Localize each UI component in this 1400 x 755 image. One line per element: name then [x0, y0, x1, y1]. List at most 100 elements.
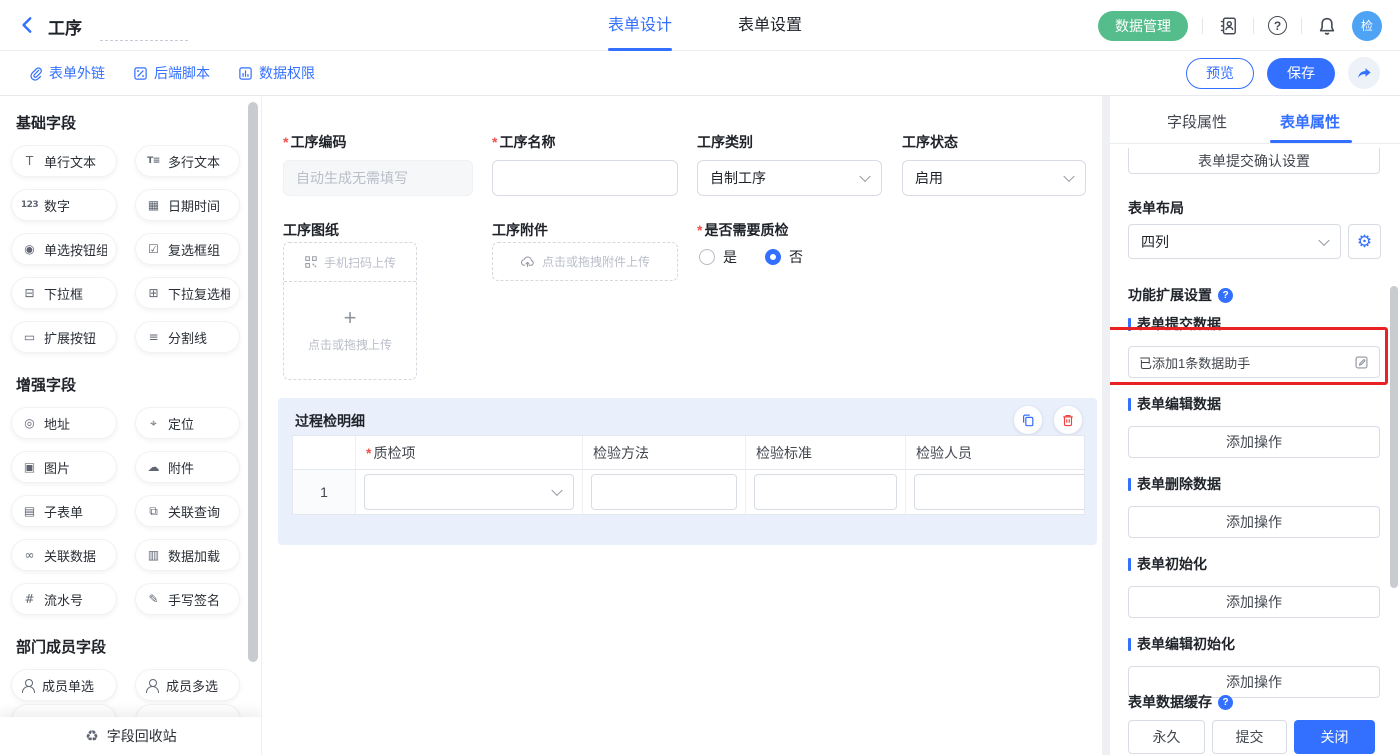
notification-bell-icon[interactable] — [1316, 15, 1338, 37]
subtable-input[interactable] — [591, 474, 737, 510]
data-manage-button[interactable]: 数据管理 — [1098, 11, 1188, 41]
field-recycle-bin[interactable]: ♻ 字段回收站 — [0, 717, 262, 755]
panel-scrollbar[interactable] — [1390, 286, 1398, 588]
toolbar-link-label: 数据权限 — [259, 63, 315, 83]
help-badge-icon[interactable] — [1218, 288, 1233, 303]
cache-option[interactable]: 提交 — [1212, 720, 1287, 754]
extension-settings-label: 功能扩展设置 — [1128, 285, 1233, 305]
field-label: *工序编码 — [283, 132, 473, 152]
qr-code-icon — [304, 255, 318, 269]
drag-upload-area[interactable]: + 点击或拖拽上传 — [284, 282, 416, 379]
backend-script-link[interactable]: 后端脚本 — [133, 63, 210, 83]
radio-option[interactable]: 是 — [699, 247, 737, 267]
subtable-title: 过程检明细 — [295, 411, 365, 431]
tab-form-properties[interactable]: 表单属性 — [1280, 111, 1340, 132]
field-pill-label: 成员多选 — [166, 676, 218, 695]
subtable-select[interactable] — [364, 474, 574, 510]
layout-settings-button[interactable]: ⚙ — [1348, 224, 1381, 259]
field-pill-divider[interactable]: ≡分割线 — [136, 322, 239, 352]
field-pill-relation-query[interactable]: ⧉关联查询 — [136, 496, 239, 526]
field-select[interactable]: 自制工序 — [697, 160, 882, 196]
tab-field-properties[interactable]: 字段属性 — [1167, 111, 1227, 132]
field-pill-relation-data[interactable]: ∞关联数据 — [12, 540, 116, 570]
field-pill-attachment[interactable]: ☁附件 — [136, 452, 239, 482]
field-pill-single-line-text[interactable]: T单行文本 — [12, 146, 116, 176]
field-pill-serial-number[interactable]: #流水号 — [12, 584, 116, 614]
subtable-panel[interactable]: 过程检明细 *质检项检验方法检验标准检验人员 1 — [278, 398, 1097, 545]
add-operation-button[interactable]: 添加操作 — [1128, 506, 1380, 538]
drawing-upload-box: 手机扫码上传 + 点击或拖拽上传 — [283, 242, 417, 380]
form-external-link[interactable]: 表单外链 — [28, 63, 105, 83]
field-pill-extend-button[interactable]: ▭扩展按钮 — [12, 322, 116, 352]
help-badge-icon[interactable] — [1218, 695, 1233, 710]
toolbar-link-label: 表单外链 — [49, 63, 105, 83]
radio-checked-icon[interactable] — [765, 249, 781, 265]
field-pill-subform[interactable]: ▤子表单 — [12, 496, 116, 526]
field-label: 工序类别 — [697, 132, 882, 152]
field-pill-dropdown[interactable]: ⊟下拉框 — [12, 278, 116, 308]
divider — [1301, 18, 1302, 34]
share-button[interactable] — [1348, 57, 1380, 89]
configured-data-box[interactable]: 已添加1条数据助手 — [1128, 346, 1380, 378]
subtable-header-cell: 检验标准 — [746, 436, 906, 470]
submit-confirm-settings-button[interactable]: 表单提交确认设置 — [1128, 148, 1380, 174]
required-mark: * — [283, 134, 288, 150]
scan-upload-area[interactable]: 手机扫码上传 — [284, 243, 416, 282]
field-pill-checkbox-group[interactable]: ☑复选框组 — [136, 234, 239, 264]
field-label-need-qc: *是否需要质检 — [697, 220, 788, 240]
field-pill-label: 流水号 — [44, 590, 83, 609]
subtable-row-index: 1 — [293, 470, 356, 514]
field-pill-location[interactable]: ⌖定位 — [136, 408, 239, 438]
chevron-down-icon — [551, 485, 562, 496]
layout-select[interactable]: 四列 — [1128, 224, 1341, 259]
add-operation-button[interactable]: 添加操作 — [1128, 426, 1380, 458]
data-permission-link[interactable]: 数据权限 — [238, 63, 315, 83]
attachment-upload-box[interactable]: 点击或拖拽附件上传 — [492, 242, 678, 281]
contact-book-icon[interactable] — [1217, 15, 1239, 37]
multi-dropdown-icon: ⊞ — [145, 286, 162, 300]
field-pill-radio-group[interactable]: ◉单选按钮组 — [12, 234, 116, 264]
field-label: 工序状态 — [902, 132, 1086, 152]
back-icon[interactable] — [18, 15, 38, 35]
field-pill-member-single[interactable]: 成员单选 — [12, 670, 116, 700]
properties-panel: 字段属性 表单属性 表单提交确认设置 表单布局 四列 ⚙ 功能扩展设置 表单提交… — [1110, 96, 1400, 755]
field-pill-label: 定位 — [168, 414, 194, 433]
form-link-icon — [31, 67, 41, 79]
user-avatar[interactable]: 检 — [1352, 11, 1382, 41]
field-pill-member-multi[interactable]: 成员多选 — [136, 670, 239, 700]
cache-option[interactable]: 永久 — [1128, 720, 1205, 754]
field-pill-label: 手写签名 — [168, 590, 220, 609]
chevron-down-icon — [1318, 234, 1329, 245]
field-pill-label: 分割线 — [168, 328, 207, 347]
field-pill-signature[interactable]: ✎手写签名 — [136, 584, 239, 614]
field-input[interactable] — [492, 160, 678, 196]
field-pill-label: 日期时间 — [168, 196, 220, 215]
subtable-input[interactable] — [914, 474, 1085, 510]
help-icon[interactable]: ? — [1268, 16, 1287, 35]
radio-unchecked-icon[interactable] — [699, 249, 715, 265]
add-operation-button[interactable]: 添加操作 — [1128, 586, 1380, 618]
field-pill-datetime[interactable]: ▦日期时间 — [136, 190, 239, 220]
field-pill-data-load[interactable]: ▥数据加载 — [136, 540, 239, 570]
sidebar-scrollbar[interactable] — [248, 102, 258, 662]
tab-form-design[interactable]: 表单设计 — [608, 0, 672, 51]
save-button[interactable]: 保存 — [1267, 58, 1335, 89]
field-input[interactable] — [283, 160, 473, 196]
tab-form-settings[interactable]: 表单设置 — [738, 0, 802, 51]
sidebar-section: 增强字段◎地址⌖定位▣图片☁附件▤子表单⧉关联查询∞关联数据▥数据加载#流水号✎… — [0, 374, 261, 614]
toolbar-links: 表单外链 后端脚本 数据权限 — [28, 51, 315, 95]
field-pill-number[interactable]: 123数字 — [12, 190, 116, 220]
delete-subtable-button[interactable] — [1054, 406, 1082, 434]
field-select[interactable]: 启用 — [902, 160, 1086, 196]
field-pill-image[interactable]: ▣图片 — [12, 452, 116, 482]
form-layout-label: 表单布局 — [1128, 198, 1184, 218]
preview-button[interactable]: 预览 — [1186, 58, 1254, 89]
field-pill-multi-dropdown[interactable]: ⊞下拉复选框 — [136, 278, 239, 308]
radio-option[interactable]: 否 — [765, 247, 803, 267]
field-pill-multi-line-text[interactable]: T≡多行文本 — [136, 146, 239, 176]
cache-option[interactable]: 关闭 — [1294, 720, 1375, 754]
field-pill-address[interactable]: ◎地址 — [12, 408, 116, 438]
subtable-input[interactable] — [754, 474, 897, 510]
top-bar: 工序 表单设计 表单设置 数据管理 ? — [0, 0, 1400, 51]
copy-subtable-button[interactable] — [1014, 406, 1042, 434]
